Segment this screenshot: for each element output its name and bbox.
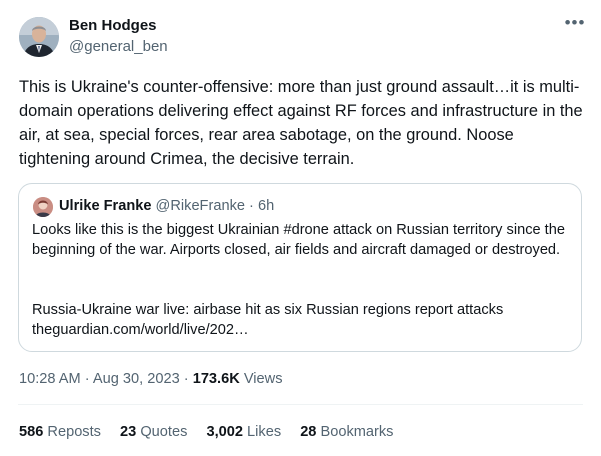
likes-label: Likes [247, 424, 282, 440]
engagement-stats: 586 Reposts 23 Quotes 3,002 Likes 28 Boo… [19, 422, 408, 442]
more-options-button[interactable]: ••• [562, 14, 588, 36]
likes-stat[interactable]: 3,002 Likes [206, 422, 281, 442]
author-avatar[interactable] [19, 17, 59, 57]
tweet-date[interactable]: Aug 30, 2023 [93, 371, 180, 387]
reposts-label: Reposts [47, 424, 101, 440]
quote-author-avatar[interactable] [33, 197, 53, 217]
quote-link-title: Russia-Ukraine war live: airbase hit as … [32, 302, 504, 318]
author-name[interactable]: Ben Hodges [69, 16, 157, 36]
reposts-count: 586 [19, 424, 44, 440]
quote-link-card[interactable]: Russia-Ukraine war live: airbase hit as … [32, 300, 572, 340]
bookmarks-stat[interactable]: 28 Bookmarks [300, 422, 393, 442]
quote-link-url[interactable]: theguardian.com/world/live/202… [32, 320, 572, 340]
tweet: Ben Hodges @general_ben ••• This is Ukra… [0, 0, 601, 456]
quoted-tweet[interactable]: Ulrike Franke @RikeFranke · 6h Looks lik… [18, 183, 582, 352]
meta-separator: · [84, 371, 90, 387]
quote-separator: · [249, 198, 254, 214]
author-handle[interactable]: @general_ben [69, 37, 168, 57]
bookmarks-label: Bookmarks [320, 424, 394, 440]
more-horizontal-icon: ••• [564, 13, 586, 32]
quote-text: Looks like this is the biggest Ukrainian… [32, 222, 565, 258]
tweet-meta: 10:28 AM · Aug 30, 2023 · 173.6K Views [19, 369, 283, 389]
divider [18, 404, 583, 405]
quote-header: Ulrike Franke @RikeFranke · 6h [59, 196, 274, 216]
likes-count: 3,002 [206, 424, 243, 440]
quotes-count: 23 [120, 424, 137, 440]
quote-author-handle[interactable]: @RikeFranke [156, 198, 245, 214]
quotes-stat[interactable]: 23 Quotes [120, 422, 187, 442]
tweet-time[interactable]: 10:28 AM [19, 371, 81, 387]
reposts-stat[interactable]: 586 Reposts [19, 422, 101, 442]
person-icon [19, 17, 59, 57]
quote-author-name[interactable]: Ulrike Franke [59, 198, 151, 214]
meta-separator: · [183, 371, 189, 387]
views-label: Views [243, 371, 283, 387]
tweet-text: This is Ukraine's counter-offensive: mor… [19, 78, 583, 168]
quotes-label: Quotes [140, 424, 188, 440]
person-icon [33, 197, 53, 217]
bookmarks-count: 28 [300, 424, 317, 440]
quote-timestamp[interactable]: 6h [258, 198, 274, 214]
views-count: 173.6K [192, 371, 240, 387]
